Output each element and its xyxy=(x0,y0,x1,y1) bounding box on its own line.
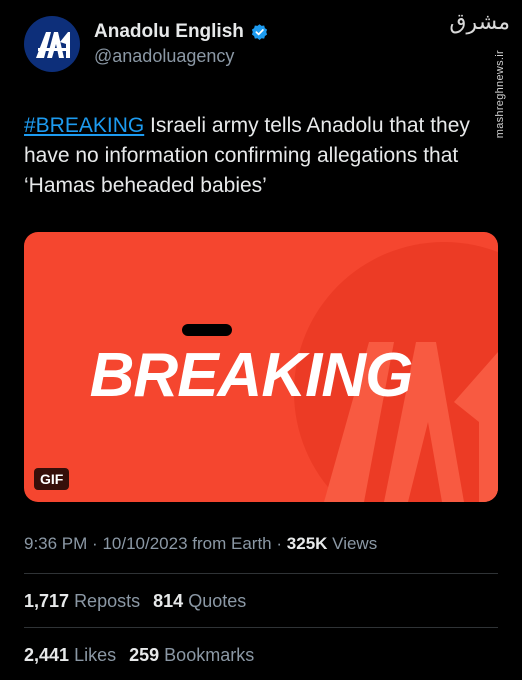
reposts-count: 1,717 xyxy=(24,591,70,611)
tweet-date[interactable]: 10/10/2023 xyxy=(102,534,187,553)
tweet-source: from Earth xyxy=(192,534,272,553)
stats-row-reposts: 1,717 Reposts 814 Quotes xyxy=(24,591,254,612)
divider xyxy=(24,627,498,628)
divider xyxy=(24,573,498,574)
bookmarks-count: 259 xyxy=(129,645,160,665)
account-names: Anadolu English @anadoluagency xyxy=(94,21,269,67)
quotes-count: 814 xyxy=(153,591,184,611)
watermark: مشرق mashreghnews.ir xyxy=(449,10,512,138)
media-gif[interactable]: BREAKING GIF xyxy=(24,232,498,502)
views-count: 325K xyxy=(286,534,328,553)
stats-row-likes: 2,441 Likes 259 Bookmarks xyxy=(24,645,262,666)
tweet-header: Anadolu English @anadoluagency xyxy=(24,16,269,72)
watermark-logo: مشرق xyxy=(449,10,510,35)
views-label: Views xyxy=(332,534,378,553)
quotes-stat[interactable]: 814 Quotes xyxy=(153,591,246,611)
bookmarks-label: Bookmarks xyxy=(164,645,255,665)
account-handle[interactable]: @anadoluagency xyxy=(94,46,269,67)
verified-badge-icon xyxy=(251,23,267,40)
tweet-meta: 9:36 PM · 10/10/2023 from Earth · 325K V… xyxy=(24,534,377,554)
reposts-label: Reposts xyxy=(74,591,141,611)
breaking-dash xyxy=(182,324,232,336)
gif-badge: GIF xyxy=(34,468,70,490)
likes-stat[interactable]: 2,441 Likes xyxy=(24,645,121,665)
watermark-url: mashreghnews.ir xyxy=(494,50,506,139)
hashtag-link[interactable]: #BREAKING xyxy=(24,114,144,137)
tweet-text: #BREAKING Israeli army tells Anadolu tha… xyxy=(24,111,494,201)
display-name[interactable]: Anadolu English xyxy=(94,21,244,43)
reposts-stat[interactable]: 1,717 Reposts xyxy=(24,591,145,611)
meta-separator: · xyxy=(276,534,283,553)
meta-separator: · xyxy=(92,534,98,553)
breaking-headline: BREAKING xyxy=(89,341,414,410)
anadolu-logo-icon xyxy=(36,32,70,58)
likes-count: 2,441 xyxy=(24,645,70,665)
avatar[interactable] xyxy=(24,16,80,72)
tweet-time[interactable]: 9:36 PM xyxy=(24,534,87,553)
likes-label: Likes xyxy=(74,645,117,665)
display-name-row[interactable]: Anadolu English xyxy=(94,21,269,43)
bookmarks-stat[interactable]: 259 Bookmarks xyxy=(129,645,254,665)
quotes-label: Quotes xyxy=(188,591,247,611)
